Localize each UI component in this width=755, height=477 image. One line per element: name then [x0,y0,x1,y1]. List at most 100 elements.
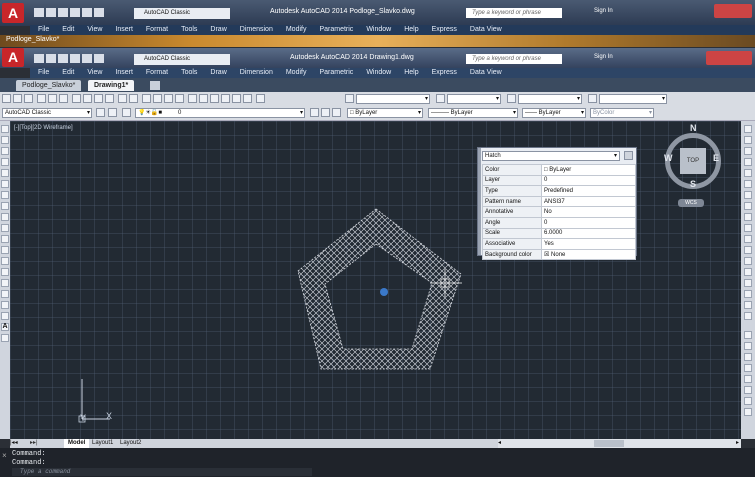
back-menu-tools[interactable]: Tools [181,26,197,33]
zoom-icon[interactable] [153,94,162,103]
property-row[interactable]: Associative Yes [482,238,636,250]
front-menu-dimension[interactable]: Dimension [240,69,273,76]
back-menu-modify[interactable]: Modify [286,26,307,33]
front-menu-express[interactable]: Express [432,69,457,76]
property-value[interactable]: □ ByLayer [541,164,636,176]
property-value[interactable]: ☒ None [541,248,636,261]
save-as-icon[interactable] [70,8,80,17]
hatch-object[interactable] [297,208,462,370]
match-icon[interactable] [105,94,114,103]
dim-leader-icon[interactable] [744,397,752,405]
mtext-icon[interactable]: A [1,323,9,331]
save-icon[interactable] [24,94,33,103]
calc-icon[interactable] [243,94,252,103]
dim-continue-icon[interactable] [744,386,752,394]
save-icon[interactable] [58,8,68,17]
close-icon[interactable]: × [2,452,7,461]
table-style-combo[interactable]: ▾ [518,94,582,104]
extend-icon[interactable] [744,235,752,243]
front-search-input[interactable]: Type a keyword or phrase [466,54,562,64]
property-row[interactable]: Annotative No [482,206,636,218]
palette-settings-icon[interactable] [624,151,633,160]
print-icon[interactable] [82,54,92,63]
property-value[interactable]: Predefined [541,185,636,197]
new-icon[interactable] [2,94,11,103]
text-style-combo[interactable]: ▾ [356,94,430,104]
layer-iso-icon[interactable] [332,108,341,117]
mleader-style-icon[interactable] [588,94,597,103]
table-icon[interactable] [1,312,9,320]
lineweight-combo[interactable]: —— ByLayer ▾ [522,108,586,118]
object-type-combo[interactable]: Hatch ▾ [482,151,620,161]
dim-update-icon[interactable] [744,408,752,416]
property-value[interactable]: No [541,206,636,218]
property-value[interactable]: 0 [541,174,636,187]
back-menu-parametric[interactable]: Parametric [319,26,353,33]
front-menu-help[interactable]: Help [404,69,418,76]
palettes-icon[interactable] [210,94,219,103]
back-menu-format[interactable]: Format [146,26,168,33]
undo-icon[interactable] [94,54,104,63]
back-menu-file[interactable]: File [38,26,49,33]
front-menu-view[interactable]: View [87,69,102,76]
front-menu-edit[interactable]: Edit [62,69,74,76]
new-icon[interactable] [34,8,44,17]
file-tab-drawing1[interactable]: Drawing1* [88,80,135,91]
print-icon[interactable] [82,8,92,17]
tab-model[interactable]: Model [64,439,90,448]
publish-icon[interactable] [59,94,68,103]
front-signin[interactable]: Sign In [594,54,613,60]
command-input[interactable]: Type a command [12,468,312,476]
draworder-icon[interactable] [744,312,752,320]
back-window-controls[interactable] [714,4,752,18]
front-menu-data-view[interactable]: Data View [470,69,502,76]
circle-icon[interactable] [1,191,9,199]
property-row[interactable]: Angle 0 [482,216,636,229]
next-tab-icon[interactable]: ▸▸| [30,439,38,446]
gradient-icon[interactable] [1,290,9,298]
text-style-icon[interactable] [345,94,354,103]
tab-layout2[interactable]: Layout2 [116,439,145,448]
redo-icon[interactable] [129,94,138,103]
erase-icon[interactable] [744,125,752,133]
rectangle-icon[interactable] [1,169,9,177]
wcs-menu[interactable]: WCS [678,199,704,207]
back-file-tab[interactable]: Podloge_Slavko* [6,36,59,43]
chamfer-icon[interactable] [744,268,752,276]
viewport-controls[interactable]: [-][Top][2D Wireframe] [14,125,73,131]
make-current-icon[interactable] [310,108,319,117]
make-block-icon[interactable] [1,257,9,265]
layer-combo[interactable]: 💡☀🔓■ 0 ▾ [135,108,305,118]
save-icon[interactable] [58,54,68,63]
property-row[interactable]: Layer 0 [482,174,636,187]
spline-icon[interactable] [1,213,9,221]
new-icon[interactable] [34,54,44,63]
sheetset-icon[interactable] [221,94,230,103]
stretch-icon[interactable] [744,213,752,221]
preview-icon[interactable] [48,94,57,103]
help-icon[interactable] [256,94,265,103]
dim-radius-icon[interactable] [744,353,752,361]
gear-icon[interactable] [96,108,105,117]
paste-icon[interactable] [94,94,103,103]
property-value[interactable]: 0 [541,216,636,229]
zoom-window-icon[interactable] [164,94,173,103]
break-icon[interactable] [744,246,752,254]
front-menu-tools[interactable]: Tools [181,69,197,76]
file-tab-podloge[interactable]: Podloge_Slavko* [16,80,82,91]
blend-icon[interactable] [744,290,752,298]
front-menu-parametric[interactable]: Parametric [319,69,353,76]
tab-layout1[interactable]: Layout1 [88,439,117,448]
ellipse-icon[interactable] [1,224,9,232]
ellipse-arc-icon[interactable] [1,235,9,243]
property-row[interactable]: Pattern name ANSI37 [482,195,636,208]
property-value[interactable]: ANSI37 [541,195,636,208]
prev-tab-icon[interactable]: ◂ [15,440,18,446]
revcloud-icon[interactable] [1,202,9,210]
open-icon[interactable] [13,94,22,103]
back-menu-edit[interactable]: Edit [62,26,74,33]
mirror-icon[interactable] [744,147,752,155]
markup-icon[interactable] [232,94,241,103]
back-menu-help[interactable]: Help [404,26,418,33]
line-icon[interactable] [1,125,9,133]
